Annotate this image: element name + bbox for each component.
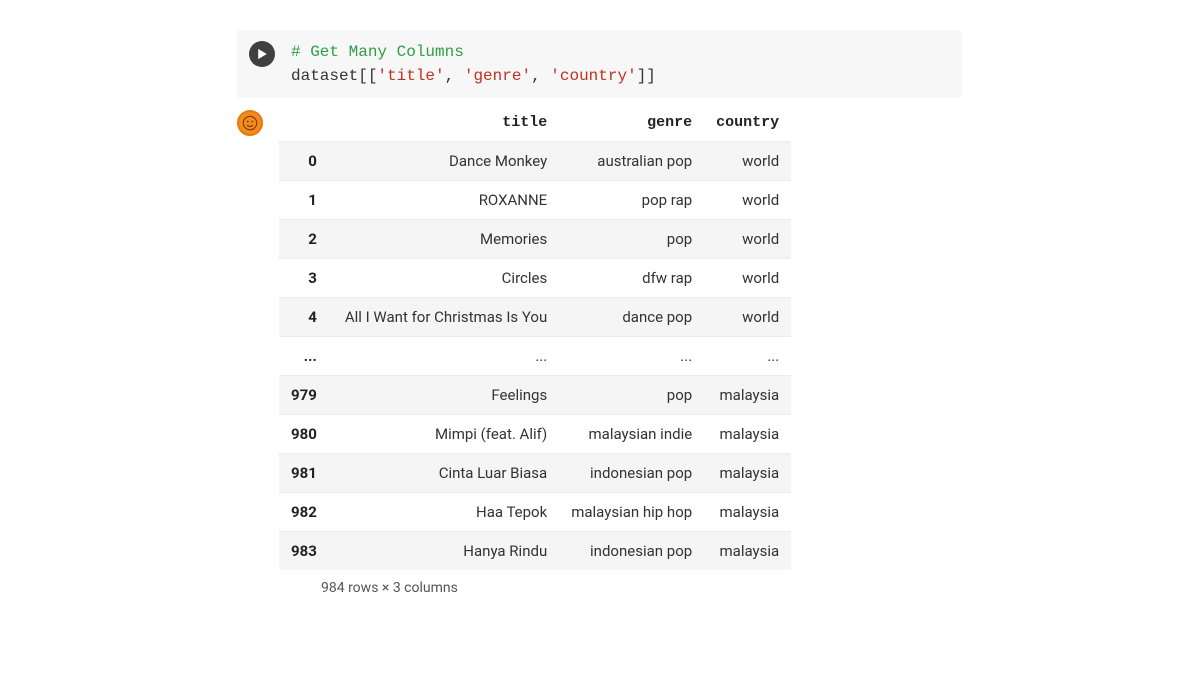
row-index: 983 bbox=[279, 532, 333, 571]
row-index: 2 bbox=[279, 220, 333, 259]
code-source[interactable]: # Get Many Columns dataset[['title', 'ge… bbox=[291, 40, 656, 88]
table-header-row: title genre country bbox=[279, 104, 791, 142]
table-row: 0Dance Monkeyaustralian popworld bbox=[279, 142, 791, 181]
dataframe-table: title genre country 0Dance Monkeyaustral… bbox=[279, 104, 791, 570]
code-token: , bbox=[531, 67, 550, 85]
col-header-genre: genre bbox=[559, 104, 704, 142]
row-index: 980 bbox=[279, 415, 333, 454]
cell-title: Circles bbox=[333, 259, 559, 298]
table-row: 983Hanya Rinduindonesian popmalaysia bbox=[279, 532, 791, 571]
table-row: 2Memoriespopworld bbox=[279, 220, 791, 259]
table-row: 1ROXANNEpop rapworld bbox=[279, 181, 791, 220]
run-cell-button[interactable] bbox=[249, 41, 275, 67]
dataframe-wrapper: title genre country 0Dance Monkeyaustral… bbox=[279, 104, 791, 596]
cell-genre: indonesian pop bbox=[559, 454, 704, 493]
cell-country: world bbox=[704, 259, 791, 298]
code-token: , bbox=[445, 67, 464, 85]
table-row: 4All I Want for Christmas Is Youdance po… bbox=[279, 298, 791, 337]
cell-genre: pop bbox=[559, 220, 704, 259]
row-index: 3 bbox=[279, 259, 333, 298]
col-header-country: country bbox=[704, 104, 791, 142]
table-row: ............ bbox=[279, 337, 791, 376]
cell-title: Haa Tepok bbox=[333, 493, 559, 532]
cell-title: Mimpi (feat. Alif) bbox=[333, 415, 559, 454]
row-index: 0 bbox=[279, 142, 333, 181]
code-string: 'country' bbox=[550, 67, 636, 85]
cell-title: Hanya Rindu bbox=[333, 532, 559, 571]
table-row: 980Mimpi (feat. Alif)malaysian indiemala… bbox=[279, 415, 791, 454]
cell-title: ... bbox=[333, 337, 559, 376]
cell-country: world bbox=[704, 181, 791, 220]
cell-title: Memories bbox=[333, 220, 559, 259]
cell-genre: malaysian indie bbox=[559, 415, 704, 454]
cell-genre: australian pop bbox=[559, 142, 704, 181]
notebook-cell: # Get Many Columns dataset[['title', 'ge… bbox=[237, 30, 962, 596]
code-token: dataset[[ bbox=[291, 67, 377, 85]
cell-output: title genre country 0Dance Monkeyaustral… bbox=[237, 104, 962, 596]
table-row: 3Circlesdfw rapworld bbox=[279, 259, 791, 298]
cell-country: malaysia bbox=[704, 493, 791, 532]
cell-country: world bbox=[704, 220, 791, 259]
cell-country: malaysia bbox=[704, 454, 791, 493]
cell-genre: malaysian hip hop bbox=[559, 493, 704, 532]
cell-title: Dance Monkey bbox=[333, 142, 559, 181]
cell-country: world bbox=[704, 298, 791, 337]
dataframe-shape-caption: 984 rows × 3 columns bbox=[321, 580, 791, 596]
output-avatar-icon bbox=[237, 110, 263, 136]
table-row: 982Haa Tepokmalaysian hip hopmalaysia bbox=[279, 493, 791, 532]
play-icon bbox=[257, 48, 268, 60]
code-token: ]] bbox=[637, 67, 656, 85]
table-corner-cell bbox=[279, 104, 333, 142]
row-index: ... bbox=[279, 337, 333, 376]
cell-country: ... bbox=[704, 337, 791, 376]
cell-title: Feelings bbox=[333, 376, 559, 415]
code-string: 'title' bbox=[377, 67, 444, 85]
cell-title: All I Want for Christmas Is You bbox=[333, 298, 559, 337]
row-index: 981 bbox=[279, 454, 333, 493]
row-index: 982 bbox=[279, 493, 333, 532]
cell-country: malaysia bbox=[704, 415, 791, 454]
cell-genre: pop rap bbox=[559, 181, 704, 220]
row-index: 1 bbox=[279, 181, 333, 220]
cell-genre: dfw rap bbox=[559, 259, 704, 298]
cell-genre: dance pop bbox=[559, 298, 704, 337]
cell-title: ROXANNE bbox=[333, 181, 559, 220]
row-index: 979 bbox=[279, 376, 333, 415]
table-row: 981Cinta Luar Biasaindonesian popmalaysi… bbox=[279, 454, 791, 493]
code-string: 'genre' bbox=[464, 67, 531, 85]
cell-genre: pop bbox=[559, 376, 704, 415]
cell-country: world bbox=[704, 142, 791, 181]
cell-title: Cinta Luar Biasa bbox=[333, 454, 559, 493]
cell-country: malaysia bbox=[704, 532, 791, 571]
code-input-cell: # Get Many Columns dataset[['title', 'ge… bbox=[237, 30, 962, 98]
col-header-title: title bbox=[333, 104, 559, 142]
cell-genre: ... bbox=[559, 337, 704, 376]
table-row: 979Feelingspopmalaysia bbox=[279, 376, 791, 415]
code-comment: # Get Many Columns bbox=[291, 43, 464, 61]
row-index: 4 bbox=[279, 298, 333, 337]
cell-country: malaysia bbox=[704, 376, 791, 415]
cell-genre: indonesian pop bbox=[559, 532, 704, 571]
